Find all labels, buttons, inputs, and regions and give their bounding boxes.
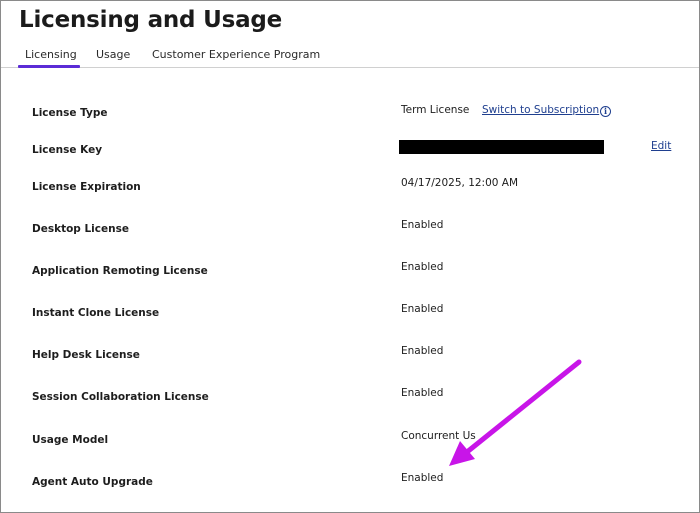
switch-to-subscription-link[interactable]: Switch to Subscription <box>482 104 599 116</box>
edit-license-key-link[interactable]: Edit <box>651 140 671 152</box>
agent-auto-upgrade-label: Agent Auto Upgrade <box>32 476 153 488</box>
license-key-redacted-value <box>399 140 604 154</box>
app-remoting-license-value: Enabled <box>401 261 444 273</box>
license-expiration-label: License Expiration <box>32 181 141 193</box>
desktop-license-label: Desktop License <box>32 223 129 235</box>
instant-clone-license-value: Enabled <box>401 303 444 315</box>
tab-bar: Licensing Usage Customer Experience Prog… <box>1 45 699 68</box>
tab-usage[interactable]: Usage <box>96 48 130 61</box>
license-key-label: License Key <box>32 144 103 156</box>
help-desk-license-label: Help Desk License <box>32 349 140 361</box>
page-title: Licensing and Usage <box>19 7 283 33</box>
license-expiration-value: 04/17/2025, 12:00 AM <box>401 177 519 189</box>
agent-auto-upgrade-value: Enabled <box>401 472 444 484</box>
session-collaboration-license-label: Session Collaboration License <box>32 391 209 403</box>
usage-model-value: Concurrent Us <box>401 430 476 442</box>
tab-customer-experience-program[interactable]: Customer Experience Program <box>152 48 320 61</box>
app-remoting-license-label: Application Remoting License <box>32 265 208 277</box>
tab-licensing[interactable]: Licensing <box>25 48 77 61</box>
licensing-page: Licensing and Usage Licensing Usage Cust… <box>0 0 700 513</box>
usage-model-label: Usage Model <box>32 434 109 446</box>
annotation-arrow-shaft <box>464 359 582 455</box>
help-desk-license-value: Enabled <box>401 345 444 357</box>
instant-clone-license-label: Instant Clone License <box>32 307 160 319</box>
license-type-value: Term License <box>401 104 470 116</box>
annotation-arrow-head <box>449 441 475 466</box>
desktop-license-value: Enabled <box>401 219 444 231</box>
info-icon[interactable]: i <box>600 106 611 117</box>
session-collaboration-license-value: Enabled <box>401 387 444 399</box>
license-type-label: License Type <box>32 107 108 119</box>
active-tab-indicator <box>18 65 80 68</box>
